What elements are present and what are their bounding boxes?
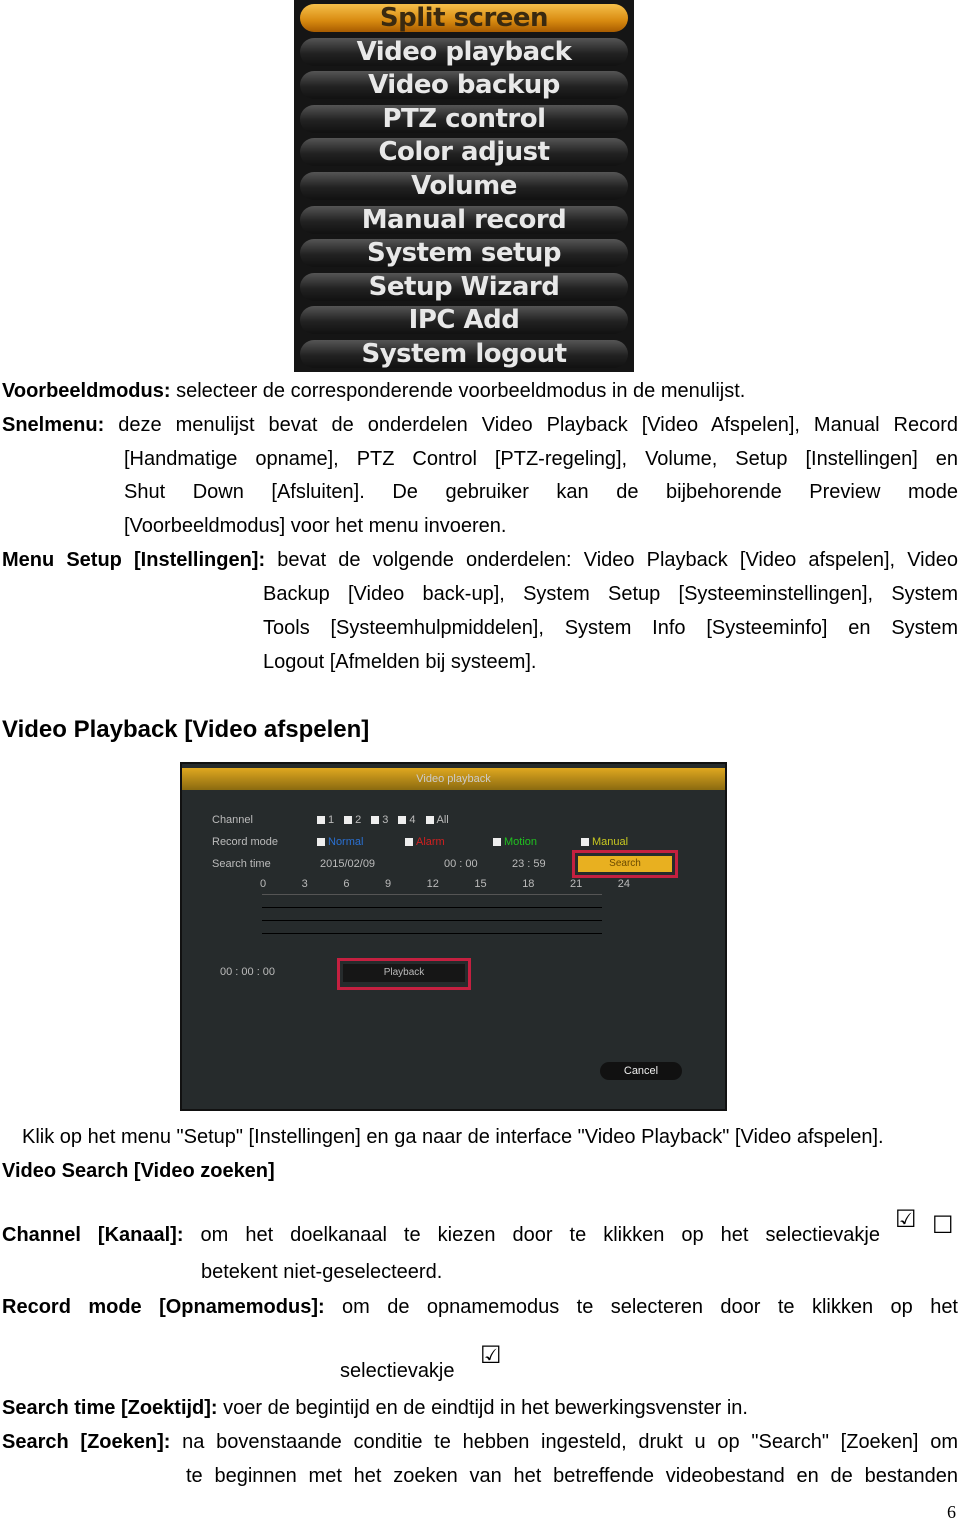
- text-line: betekent niet-geselecteerd.: [201, 1261, 443, 1283]
- text-line: Shut Down [Afsluiten]. De gebruiker kan …: [124, 481, 958, 503]
- playback-button: Playback: [343, 964, 465, 982]
- subheading: Video Search [Video zoeken]: [2, 1160, 275, 1182]
- document-page: Split screen Video playback Video backup PT…: [0, 0, 960, 1524]
- menu-item[interactable]: Video backup: [300, 71, 628, 100]
- timeline-hours: 0 3 6 9 12 15 18 21 24: [260, 878, 630, 890]
- menu-item[interactable]: Setup Wizard: [300, 272, 628, 301]
- start-time-field: 00 : 00: [444, 858, 478, 870]
- hour-tick-label: 6: [343, 878, 350, 890]
- channel-checkbox[interactable]: 2: [344, 814, 361, 826]
- video-playback-dialog-screenshot: Video playback Channel 1 2 3 4 All Record mo…: [180, 762, 727, 1111]
- unchecked-checkbox-icon: ☐: [932, 1212, 954, 1239]
- text-line: [Handmatige opname], PTZ Control [PTZ-re…: [124, 448, 958, 470]
- record-mode-checkbox[interactable]: Alarm: [405, 836, 445, 848]
- channel-checkbox[interactable]: 3: [371, 814, 388, 826]
- checked-checkbox-icon: ☑: [895, 1206, 917, 1233]
- channel-label: Channel: [212, 814, 253, 826]
- menu-item[interactable]: PTZ control: [300, 104, 628, 133]
- text-line: te beginnen met het zoeken van het betre…: [186, 1465, 958, 1487]
- hour-tick-label: 12: [426, 878, 439, 890]
- hour-tick-label: 9: [384, 878, 392, 890]
- record-mode-checkbox[interactable]: Normal: [317, 836, 363, 848]
- playback-button-highlight: Playback: [337, 958, 471, 990]
- paragraph-preview-mode: Voorbeeldmodus: selecteer de corresponde…: [2, 380, 746, 402]
- channel-checkbox[interactable]: All: [425, 814, 449, 826]
- text-line: Backup [Video back-up], System Setup [Sy…: [263, 583, 958, 605]
- text-line: [Voorbeeldmodus] voor het menu invoeren.: [124, 515, 507, 537]
- page-number: 6: [947, 1502, 956, 1522]
- checkbox-icon: [398, 816, 407, 825]
- search-button-highlight: Search: [572, 850, 678, 878]
- record-mode-checkbox[interactable]: Manual: [581, 836, 628, 848]
- hour-tick-label: 24: [617, 878, 630, 890]
- menu-item[interactable]: IPC Add: [300, 306, 628, 335]
- hour-tick-label: 21: [569, 878, 583, 890]
- checkbox-icon: [405, 838, 413, 847]
- menu-item[interactable]: Manual record: [300, 205, 628, 234]
- checkbox-icon: [344, 816, 353, 825]
- time-field: 00 : 00 : 00: [220, 966, 276, 978]
- checkbox-icon: [493, 838, 501, 847]
- hour-tick-label: 18: [522, 878, 535, 890]
- paragraph-record-mode: Record mode [Opnamemodus]: om de opnamem…: [2, 1296, 958, 1318]
- checkbox-icon: [371, 816, 380, 825]
- timeline: [262, 894, 602, 950]
- channel-checkbox[interactable]: 1: [317, 814, 334, 826]
- menu-item[interactable]: Volume: [300, 172, 628, 200]
- hour-tick-label: 0: [260, 878, 267, 890]
- search-time-label: Search time: [212, 858, 271, 870]
- menu-item[interactable]: Color adjust: [300, 138, 628, 167]
- cancel-button: Cancel: [600, 1062, 682, 1080]
- text-line: selectievakje: [340, 1360, 455, 1382]
- hour-tick-label: 15: [474, 878, 487, 890]
- record-mode-checkbox[interactable]: Motion: [493, 836, 537, 848]
- end-time-field: 23 : 59: [512, 858, 546, 870]
- channel-checkboxes: 1 2 3 4 All: [317, 814, 459, 826]
- section-heading: Video Playback [Video afspelen]: [2, 716, 370, 743]
- figure-caption: Klik op het menu "Setup" [Instellingen] …: [22, 1126, 884, 1148]
- paragraph-menu-setup: Menu Setup [Instellingen]: bevat de volg…: [2, 549, 958, 571]
- dialog-title: Video playback: [182, 768, 725, 790]
- checkbox-icon: [317, 816, 325, 825]
- hour-tick-label: 3: [301, 878, 308, 890]
- menu-item[interactable]: System logout: [300, 340, 628, 368]
- paragraph-search: Search [Zoeken]: na bovenstaande conditi…: [2, 1431, 958, 1453]
- text-line: Logout [Afmelden bij systeem].: [263, 651, 537, 673]
- menu-item[interactable]: System setup: [300, 239, 628, 268]
- paragraph-channel: Channel [Kanaal]: om het doelkanaal te k…: [2, 1224, 880, 1246]
- date-field: 2015/02/09: [320, 858, 376, 870]
- quick-menu-screenshot: Split screen Video playback Video backup PT…: [294, 0, 634, 372]
- checkbox-icon: [317, 838, 325, 847]
- text-line: Tools [Systeemhulpmiddelen], System Info…: [263, 617, 958, 639]
- paragraph-search-time: Search time [Zoektijd]: voer de begintij…: [2, 1397, 748, 1419]
- checked-checkbox-icon: ☑: [480, 1342, 502, 1369]
- checkbox-icon: [581, 838, 589, 847]
- menu-item[interactable]: Split screen: [300, 4, 628, 32]
- record-mode-label: Record mode: [212, 836, 279, 848]
- channel-checkbox[interactable]: 4: [398, 814, 416, 826]
- paragraph-quick-menu: Snelmenu: deze menulijst bevat de onderd…: [2, 414, 958, 436]
- search-button: Search: [578, 856, 672, 872]
- menu-item[interactable]: Video playback: [300, 37, 628, 66]
- checkbox-icon: [425, 816, 434, 825]
